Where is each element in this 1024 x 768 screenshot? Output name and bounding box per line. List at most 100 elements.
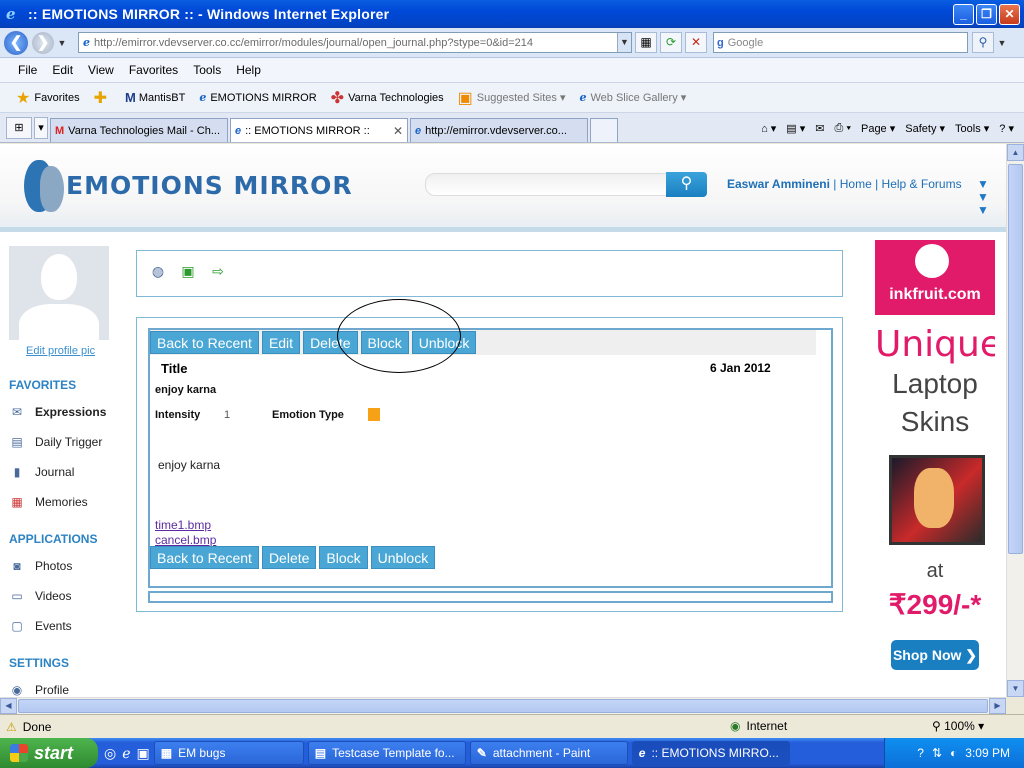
search-go-icon[interactable]: ⚲ [972,32,994,53]
back-to-recent-button[interactable]: Back to Recent [150,331,259,354]
sidebar-item-journal[interactable]: ▮ Journal [9,465,75,479]
horizontal-scrollbar[interactable]: ◀ ▶ [0,697,1006,714]
shop-now-button[interactable]: Shop Now ❯ [891,640,979,670]
app-quicklaunch-icon[interactable]: ▣ [137,745,150,762]
edit-button[interactable]: Edit [261,331,301,354]
fav-link-mantis[interactable]: M MantisBT [125,90,185,105]
forward-entry-icon[interactable]: ⇨ [207,261,229,281]
block-button[interactable]: Block [360,331,409,354]
site-search-button[interactable]: ⚲ [666,172,707,197]
tab-label: Varna Technologies Mail - Ch... [68,124,221,137]
unblock-button[interactable]: Unblock [370,546,436,569]
back-button[interactable]: ❮ [4,30,28,55]
volume-tray-icon[interactable]: ◐ [950,746,957,760]
tab-gmail[interactable]: M Varna Technologies Mail - Ch... [50,118,228,142]
tools-menu[interactable]: Tools ▾ [955,122,989,135]
sidebar-item-memories[interactable]: ▦ Memories [9,495,87,509]
help-icon[interactable]: ? ▾ [999,122,1014,135]
help-forums-link[interactable]: Help & Forums [882,177,962,191]
user-name-link[interactable]: Easwar Ammineni [727,177,830,191]
safety-menu[interactable]: Safety ▾ [905,122,945,135]
tab-list-icon[interactable]: ▾ [34,117,48,139]
sidebar-item-photos[interactable]: ◙ Photos [9,559,72,573]
compatibility-view-icon[interactable]: ▦ [635,32,657,53]
sidebar-item-expressions[interactable]: ✉ Expressions [9,405,106,419]
close-button[interactable]: ✕ [999,3,1020,25]
security-zone[interactable]: ◉ Internet [730,719,787,733]
excel-icon: ▦ [160,746,173,760]
tab-emirror-url[interactable]: e http://emirror.vdevserver.co... [410,118,588,142]
ie-quicklaunch-icon[interactable]: ℯ [122,745,130,762]
quick-tabs-icon[interactable]: ⊞ [6,117,32,139]
scroll-left-icon[interactable]: ◀ [0,698,17,714]
url-field[interactable]: e http://emirror.vdevserver.co.cc/emirro… [78,32,632,53]
scroll-up-icon[interactable]: ▲ [1007,144,1024,161]
advertisement[interactable]: inkfruit.com Unique Laptop Skins at ₹299… [875,240,995,694]
print-icon[interactable]: ⎙ ▾ [835,122,851,135]
home-icon[interactable]: ⌂ ▾ [761,122,776,135]
minimize-button[interactable]: _ [953,3,974,25]
menu-edit[interactable]: Edit [52,63,73,77]
add-entry-icon[interactable]: ▣ [177,261,199,281]
delete-button[interactable]: Delete [303,331,358,354]
scroll-down-icon[interactable]: ▼ [1007,680,1024,697]
fav-link-varna[interactable]: ✤ Varna Technologies [331,88,444,108]
vertical-scroll-thumb[interactable] [1008,164,1023,554]
attachment-link[interactable]: time1.bmp [155,518,211,532]
sidebar-item-daily-trigger[interactable]: ▤ Daily Trigger [9,435,102,449]
triple-chevron-down-icon[interactable]: ▼ ▼ ▼ [976,178,990,217]
fav-link-web-slice[interactable]: e Web Slice Gallery ▾ [579,91,686,104]
menu-view[interactable]: View [88,63,114,77]
fav-link-suggested-sites[interactable]: ▣ Suggested Sites ▾ [458,88,566,108]
help-tray-icon[interactable]: ? [917,746,924,760]
favorites-button[interactable]: ★ Favorites [16,88,80,108]
home-link[interactable]: Home [840,177,872,191]
task-paint[interactable]: ✎ attachment - Paint [469,741,628,765]
new-tab-button[interactable] [590,118,618,142]
fav-link-emotions-mirror[interactable]: e EMOTIONS MIRROR [199,91,316,104]
refresh-icon[interactable]: ⟳ [660,32,682,53]
horizontal-scroll-thumb[interactable] [18,699,988,713]
close-tab-icon[interactable]: ✕ [393,124,403,138]
add-favorite-icon[interactable]: ✚ [94,88,111,108]
menu-tools[interactable]: Tools [193,63,221,77]
read-mail-icon[interactable]: ✉ [815,122,824,135]
page-menu[interactable]: Page ▾ [861,122,895,135]
restore-button[interactable]: ❐ [976,3,997,25]
site-search-input[interactable] [425,173,667,196]
menu-file[interactable]: File [18,63,37,77]
back-to-recent-button[interactable]: Back to Recent [150,546,259,569]
search-input[interactable]: g Google [713,32,968,53]
chrome-quicklaunch-icon[interactable]: ◎ [104,745,116,762]
clock[interactable]: 3:09 PM [965,746,1010,760]
task-testcase-template[interactable]: ▤ Testcase Template fo... [307,741,466,765]
start-label: start [34,742,74,763]
start-button[interactable]: start [0,738,98,768]
search-options-icon[interactable]: ▼ [996,38,1008,48]
zoom-level[interactable]: ⚲ 100% ▾ [932,719,984,733]
block-button[interactable]: Block [319,546,368,569]
sidebar-item-profile[interactable]: ◉ Profile [9,683,69,697]
webcam-icon[interactable]: ◍ [147,261,169,281]
task-em-bugs[interactable]: ▦ EM bugs [153,741,304,765]
attachment-link[interactable]: cancel.bmp [155,533,216,547]
delete-button[interactable]: Delete [261,546,317,569]
edit-profile-pic-link[interactable]: Edit profile pic [26,345,95,357]
menu-favorites[interactable]: Favorites [129,63,178,77]
vertical-scrollbar[interactable]: ▲ ▼ [1006,144,1024,697]
scroll-right-icon[interactable]: ▶ [989,698,1006,714]
sidebar-item-videos[interactable]: ▭ Videos [9,589,71,603]
unblock-button[interactable]: Unblock [411,331,477,354]
recent-pages-dropdown-icon[interactable]: ▼ [56,38,68,48]
task-emotions-mirror[interactable]: e :: EMOTIONS MIRRO... [631,741,790,765]
sidebar-item-events[interactable]: ▢ Events [9,619,71,633]
feeds-icon[interactable]: ▤ ▾ [786,122,805,135]
ie-page-icon: e [235,124,242,137]
tab-emotions-mirror[interactable]: e :: EMOTIONS MIRROR :: ✕ [230,118,408,142]
stop-icon[interactable]: ✕ [685,32,707,53]
menu-help[interactable]: Help [236,63,261,77]
forward-button[interactable]: ❯ [32,31,54,54]
network-tray-icon[interactable]: ⇅ [932,746,942,760]
site-logo[interactable]: EMOTIONS MIRROR [24,156,353,214]
url-dropdown-icon[interactable]: ▼ [617,33,631,52]
